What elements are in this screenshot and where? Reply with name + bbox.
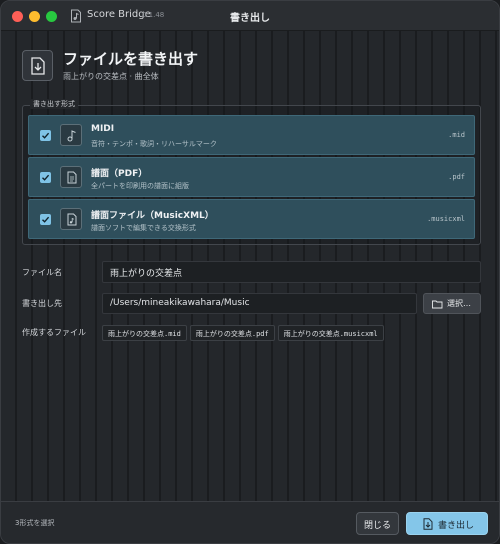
selection-status: 3形式を選択 (15, 519, 55, 527)
output-file-list: 雨上がりの交差点.mid 雨上がりの交差点.pdf 雨上がりの交差点.musicxm… (102, 325, 387, 341)
format-name: 譜面（PDF） (91, 169, 148, 179)
filename-input[interactable]: 雨上がりの交差点 (102, 261, 481, 283)
musicxml-checkbox[interactable] (40, 214, 51, 225)
export-button[interactable]: 書き出し (406, 512, 488, 535)
folder-open-icon (432, 300, 443, 309)
score-file-icon (60, 208, 82, 230)
pdf-checkbox[interactable] (40, 172, 51, 183)
format-description: 全パートを印刷用の譜面に組版 (91, 182, 189, 190)
output-file-chip: 雨上がりの交差点.pdf (189, 325, 275, 341)
destination-path-field[interactable]: /Users/mineakikawahara/Music (102, 293, 417, 314)
destination-label: 書き出し先 (22, 299, 62, 308)
page-subtitle: 雨上がりの交差点 · 曲全体 (63, 72, 159, 81)
output-file-chip: 雨上がりの交差点.mid (102, 325, 187, 341)
format-row-midi[interactable]: MIDI 音符・テンポ・歌詞・リハーサルマーク .mid (28, 115, 475, 155)
export-dialog-window: Score Bridge 0.1.48 書き出し ファイルを書き出す 雨上がりの… (0, 0, 500, 544)
format-description: 音符・テンポ・歌詞・リハーサルマーク (91, 140, 217, 148)
close-button[interactable]: 閉じる (356, 512, 399, 535)
window-title: 書き出し (230, 13, 270, 24)
document-icon (60, 166, 82, 188)
dialog-footer: 3形式を選択 閉じる 書き出し (1, 501, 499, 543)
export-button-label: 書き出し (438, 521, 475, 531)
page-title: ファイルを書き出す (63, 50, 199, 68)
format-extension: .pdf (448, 173, 465, 181)
format-extension: .musicxml (427, 215, 465, 223)
filename-label: ファイル名 (22, 268, 62, 277)
files-label: 作成するファイル (22, 328, 86, 337)
midi-checkbox[interactable] (40, 130, 51, 141)
music-note-icon (60, 124, 82, 146)
format-extension: .mid (448, 131, 465, 139)
export-file-icon (423, 518, 433, 530)
output-file-chip: 雨上がりの交差点.musicxml (277, 325, 384, 341)
title-bar: Score Bridge 0.1.48 書き出し (1, 1, 499, 31)
browse-folder-button[interactable]: 選択… (423, 293, 481, 314)
format-description: 譜面ソフトで編集できる交換形式 (91, 224, 196, 232)
format-row-musicxml[interactable]: 譜面ファイル（MusicXML） 譜面ソフトで編集できる交換形式 .musicx… (28, 199, 475, 239)
format-name: MIDI (91, 124, 115, 134)
format-row-pdf[interactable]: 譜面（PDF） 全パートを印刷用の譜面に組版 .pdf (28, 157, 475, 197)
browse-button-label: 選択… (447, 299, 471, 308)
file-export-icon (22, 50, 53, 81)
format-name: 譜面ファイル（MusicXML） (91, 211, 214, 221)
format-group-label: 書き出す形式 (30, 99, 78, 109)
